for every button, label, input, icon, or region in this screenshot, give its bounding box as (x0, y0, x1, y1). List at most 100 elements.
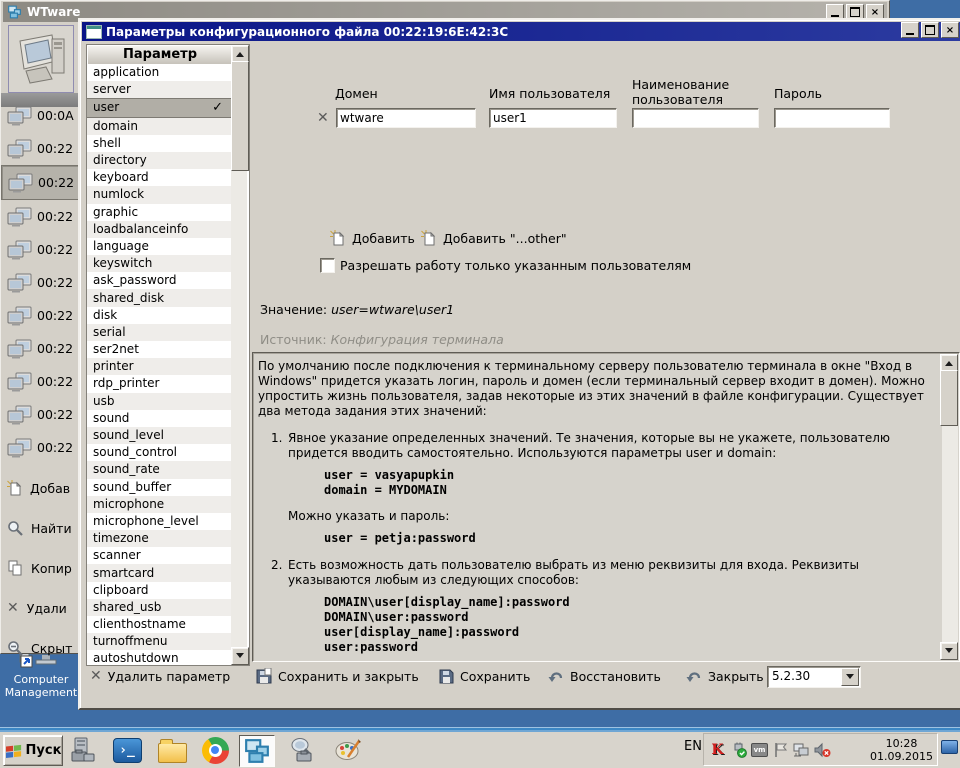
show-desktop-button[interactable] (941, 740, 958, 754)
password-label: Пароль (774, 86, 822, 101)
param-item-ser2net[interactable]: ser2net (87, 341, 231, 358)
terminal-item[interactable]: 00:22 (1, 398, 81, 431)
dialog-minimize-button[interactable] (901, 22, 919, 38)
terminal-item[interactable]: 00:22 (1, 365, 81, 398)
param-item-autoshutdown[interactable]: autoshutdown (87, 650, 231, 664)
param-item-sound_control[interactable]: sound_control (87, 444, 231, 461)
terminal-item[interactable]: 00:22 (1, 233, 81, 266)
param-item-printer[interactable]: printer (87, 358, 231, 375)
safely-remove-usb-icon[interactable] (730, 741, 747, 758)
add-user-button[interactable]: Добавить (330, 230, 415, 246)
dialog-titlebar[interactable]: Параметры конфигурационного файла 00:22:… (82, 22, 960, 41)
param-item-sound[interactable]: sound (87, 410, 231, 427)
param-item-sound_buffer[interactable]: sound_buffer (87, 479, 231, 496)
param-item-shell[interactable]: shell (87, 135, 231, 152)
vmware-tools-icon[interactable]: vm (751, 741, 768, 758)
param-item-microphone_level[interactable]: microphone_level (87, 513, 231, 530)
kaspersky-icon[interactable]: K (709, 741, 726, 758)
add-other-button[interactable]: Добавить "...other" (421, 230, 567, 246)
quicklaunch-explorer[interactable] (155, 735, 189, 765)
param-item-clipboard[interactable]: clipboard (87, 582, 231, 599)
password-field[interactable] (774, 108, 890, 128)
value-line: Значение: user=wtware\user1 (260, 302, 454, 317)
param-item-application[interactable]: application (87, 64, 231, 81)
param-item-rdp_printer[interactable]: rdp_printer (87, 375, 231, 392)
username-field[interactable] (489, 108, 617, 128)
param-item-serial[interactable]: serial (87, 324, 231, 341)
param-item-domain[interactable]: domain (87, 118, 231, 135)
terminal-label: 00:22 (37, 141, 73, 156)
action-new-doc[interactable]: Добав (1, 468, 81, 508)
param-item-microphone[interactable]: microphone (87, 496, 231, 513)
param-item-clienthostname[interactable]: clienthostname (87, 616, 231, 633)
terminal-item[interactable]: 00:22 (1, 299, 81, 332)
save-close-button[interactable]: Сохранить и закрыть (256, 666, 419, 686)
save-button[interactable]: Сохранить (439, 666, 530, 686)
help-scroll-down-button[interactable] (940, 642, 958, 660)
remove-row-icon[interactable]: ✕ (317, 111, 329, 125)
terminal-item[interactable]: 00:22 (1, 200, 81, 233)
displayname-field[interactable] (632, 108, 759, 128)
quicklaunch-wtware-active[interactable] (239, 735, 275, 767)
param-item-sound_rate[interactable]: sound_rate (87, 461, 231, 478)
terminal-item[interactable]: 00:22 (1, 266, 81, 299)
dialog-maximize-button[interactable] (921, 22, 939, 38)
param-item-ask_password[interactable]: ask_password (87, 272, 231, 289)
restrict-users-checkbox[interactable] (320, 258, 335, 273)
version-dropdown[interactable]: 5.2.30 (767, 666, 861, 688)
terminal-item[interactable]: 00:22 (1, 132, 81, 165)
language-indicator[interactable]: EN (684, 739, 702, 754)
network-icon[interactable] (793, 741, 810, 758)
param-item-directory[interactable]: directory (87, 152, 231, 169)
param-item-usb[interactable]: usb (87, 393, 231, 410)
terminal-item[interactable]: 00:22 (1, 332, 81, 365)
computer-illustration-icon (12, 31, 70, 87)
param-item-loadbalanceinfo[interactable]: loadbalanceinfo (87, 221, 231, 238)
param-item-turnoffmenu[interactable]: turnoffmenu (87, 633, 231, 650)
dialog-title: Параметры конфигурационного файла 00:22:… (106, 25, 508, 39)
quicklaunch-paint[interactable] (331, 735, 365, 765)
terminal-item[interactable]: 00:0A (1, 99, 81, 132)
help-scrollbar-thumb[interactable] (940, 370, 958, 426)
domain-field[interactable] (336, 108, 476, 128)
quicklaunch-search-tool[interactable] (285, 735, 319, 765)
param-scrollbar-thumb[interactable] (231, 61, 249, 171)
param-item-numlock[interactable]: numlock (87, 186, 231, 203)
param-item-language[interactable]: language (87, 238, 231, 255)
restore-button[interactable]: Восстановить (548, 666, 661, 686)
param-item-keyboard[interactable]: keyboard (87, 169, 231, 186)
action-hide[interactable]: Скрыт (1, 628, 81, 668)
param-item-keyswitch[interactable]: keyswitch (87, 255, 231, 272)
param-item-smartcard[interactable]: smartcard (87, 564, 231, 581)
param-item-shared_usb[interactable]: shared_usb (87, 599, 231, 616)
volume-muted-icon[interactable] (814, 741, 831, 758)
kaspersky-k-glyph: K (711, 743, 723, 757)
param-item-server[interactable]: server (87, 81, 231, 98)
param-item-disk[interactable]: disk (87, 307, 231, 324)
delete-param-button[interactable]: ✕ Удалить параметр (90, 666, 230, 686)
quicklaunch-computer-management[interactable] (66, 735, 100, 765)
param-item-timezone[interactable]: timezone (87, 530, 231, 547)
quicklaunch-chrome[interactable] (198, 735, 232, 765)
dialog-close-button[interactable]: × (941, 22, 959, 38)
param-item-graphic[interactable]: graphic (87, 204, 231, 221)
action-search[interactable]: Найти (1, 508, 81, 548)
start-button[interactable]: Пуск (3, 735, 63, 766)
action-copy[interactable]: Копир (1, 548, 81, 588)
terminal-item[interactable]: 00:22 (1, 165, 81, 200)
dropdown-arrow-button[interactable] (841, 668, 859, 686)
close-button[interactable]: Закрыть (686, 666, 764, 686)
param-item-shared_disk[interactable]: shared_disk (87, 289, 231, 306)
terminal-item[interactable]: 00:22 (1, 431, 81, 464)
param-item-user[interactable]: user✓ (87, 98, 231, 117)
quicklaunch-powershell[interactable]: ›_ (110, 735, 144, 765)
terminal-label: 00:22 (38, 175, 74, 190)
terminal-icon (7, 139, 33, 159)
taskbar-clock[interactable]: 10:28 01.09.2015 (870, 737, 933, 763)
action-delete-x[interactable]: ✕Удали (1, 588, 81, 628)
param-scroll-down-button[interactable] (231, 647, 249, 665)
parameter-list-header[interactable]: Параметр (87, 45, 233, 65)
action-center-flag-icon[interactable] (772, 741, 789, 758)
param-item-sound_level[interactable]: sound_level (87, 427, 231, 444)
param-item-scanner[interactable]: scanner (87, 547, 231, 564)
